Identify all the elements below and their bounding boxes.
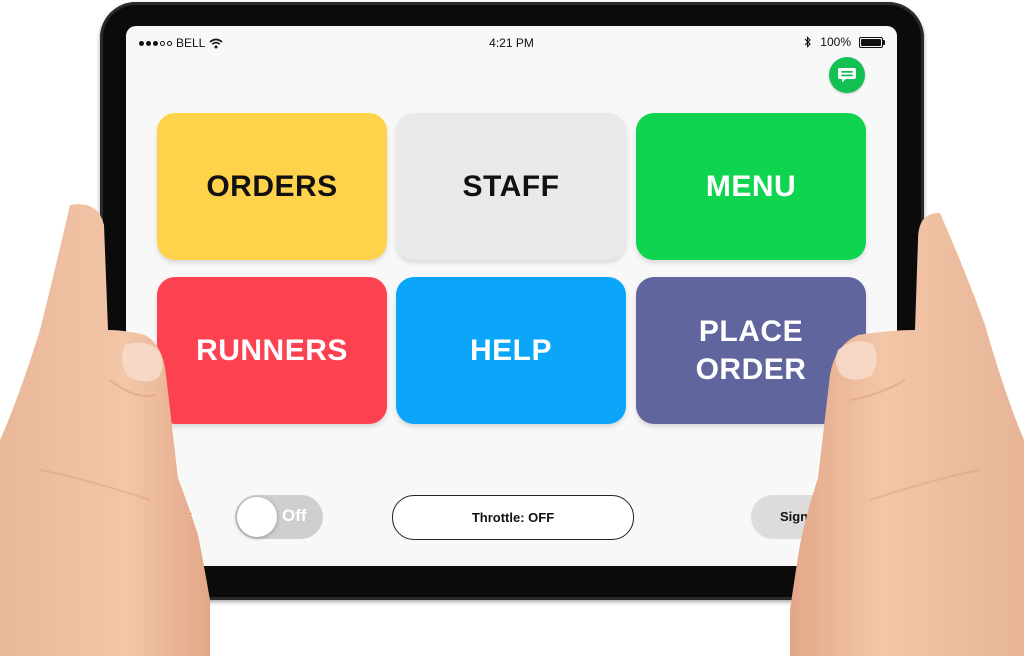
service-label: rvice: bbox=[150, 508, 193, 525]
status-bar: BELL 4:21 PM 100% bbox=[126, 26, 897, 58]
sign-out-button[interactable]: Sign Out bbox=[751, 495, 891, 539]
status-right: 100% bbox=[804, 35, 885, 49]
screen: BELL 4:21 PM 100% ORDERS STAFF MENU RUNN… bbox=[126, 26, 897, 566]
menu-tile[interactable]: MENU bbox=[636, 113, 866, 260]
service-toggle[interactable]: Off bbox=[235, 495, 323, 539]
battery-icon bbox=[859, 36, 885, 48]
toggle-knob[interactable] bbox=[237, 497, 277, 537]
orders-tile[interactable]: ORDERS bbox=[157, 113, 387, 260]
chat-button[interactable] bbox=[829, 57, 865, 93]
throttle-button[interactable]: Throttle: OFF bbox=[392, 495, 634, 540]
battery-percent: 100% bbox=[820, 35, 851, 49]
bluetooth-icon bbox=[804, 36, 812, 48]
chat-bubble-icon bbox=[838, 67, 856, 82]
help-tile[interactable]: HELP bbox=[396, 277, 626, 424]
status-time: 4:21 PM bbox=[489, 36, 534, 50]
runners-tile[interactable]: RUNNERS bbox=[157, 277, 387, 424]
staff-tile[interactable]: STAFF bbox=[396, 113, 626, 260]
place-order-tile[interactable]: PLACE ORDER bbox=[636, 277, 866, 424]
toggle-state-label: Off bbox=[282, 506, 307, 525]
